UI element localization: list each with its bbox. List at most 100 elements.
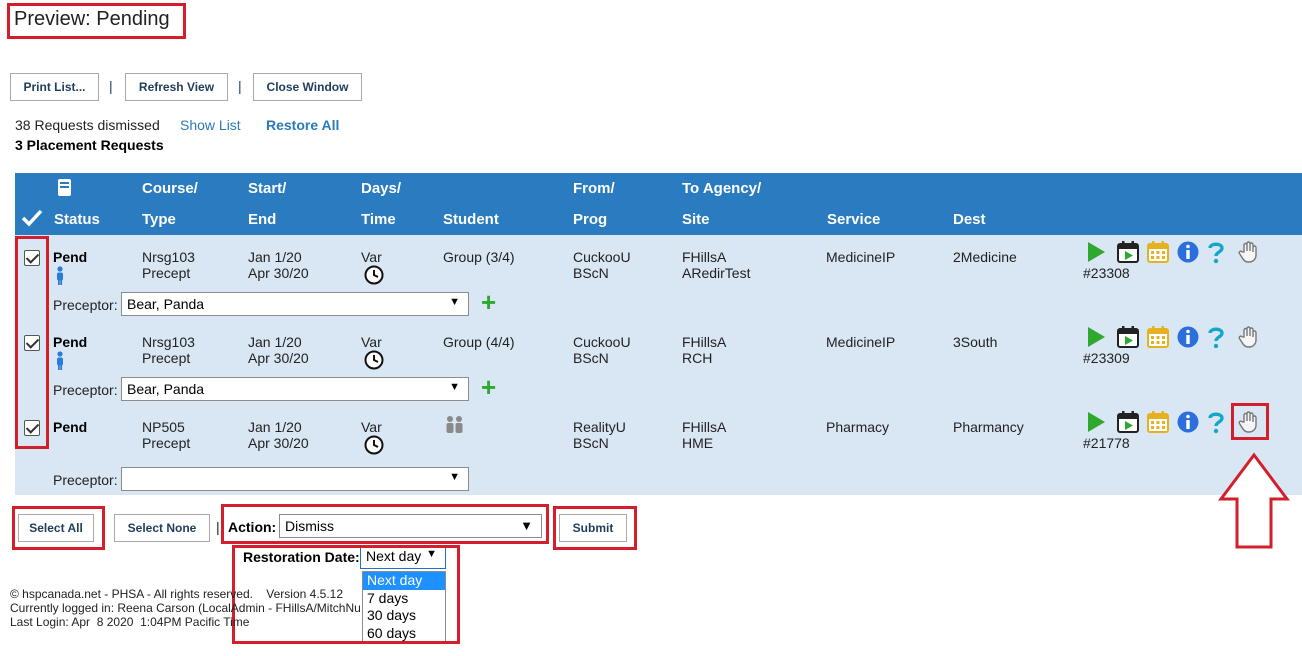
- preceptor-select-value: Bear, Panda: [127, 296, 205, 312]
- preceptor-select[interactable]: Bear, Panda ▼: [121, 377, 469, 401]
- header-service[interactable]: Service: [827, 211, 880, 228]
- agency: FHillsA: [682, 419, 727, 435]
- agency: FHillsA: [682, 249, 727, 265]
- person-icon: [57, 351, 63, 370]
- header-prog[interactable]: Prog: [573, 211, 607, 228]
- restore-all-link[interactable]: Restore All: [266, 117, 339, 133]
- row-checkbox[interactable]: [24, 420, 40, 436]
- header-status[interactable]: Status: [54, 211, 100, 228]
- play-icon[interactable]: [1084, 410, 1108, 434]
- toolbar-separator: |: [109, 78, 113, 94]
- student[interactable]: Group (3/4): [443, 249, 515, 265]
- calendar-icon[interactable]: [1146, 410, 1170, 434]
- service: MedicineIP: [826, 249, 896, 265]
- course: Nrsg103: [142, 334, 195, 350]
- course-type: Precept: [142, 265, 191, 281]
- header-type[interactable]: Type: [142, 211, 176, 228]
- destination: Pharmancy: [953, 419, 1024, 435]
- header-site[interactable]: Site: [682, 211, 710, 228]
- chevron-down-icon: ▼: [520, 518, 533, 533]
- book-icon: [58, 179, 71, 196]
- hand-icon[interactable]: [1237, 325, 1261, 349]
- dismissed-count: 38 Requests dismissed: [15, 117, 160, 133]
- header-course[interactable]: Course/: [142, 180, 198, 197]
- student[interactable]: Group (4/4): [443, 334, 515, 350]
- end-date: Apr 30/20: [248, 435, 309, 451]
- from: RealityU: [573, 419, 626, 435]
- row-checkbox[interactable]: [24, 250, 40, 266]
- restoration-date-select[interactable]: Next day ▼: [360, 545, 446, 569]
- restoration-option-60-days[interactable]: 60 days: [363, 625, 445, 643]
- calendar-play-icon[interactable]: [1116, 240, 1140, 264]
- destination: 3South: [953, 334, 998, 350]
- header-end[interactable]: End: [248, 211, 276, 228]
- toolbar-separator: |: [238, 78, 242, 94]
- end-date: Apr 30/20: [248, 265, 309, 281]
- add-preceptor-icon[interactable]: +: [481, 374, 496, 400]
- restoration-date-options: Next day 7 days 30 days 60 days: [362, 571, 446, 643]
- course: NP505: [142, 419, 185, 435]
- up-arrow-icon: [1218, 452, 1290, 549]
- show-list-link[interactable]: Show List: [180, 117, 241, 133]
- help-icon[interactable]: [1204, 240, 1228, 264]
- play-icon[interactable]: [1084, 240, 1108, 264]
- status-text: Pend: [53, 249, 88, 265]
- refresh-view-button[interactable]: Refresh View: [125, 73, 228, 101]
- print-list-button[interactable]: Print List...: [10, 73, 99, 101]
- preceptor-select[interactable]: Bear, Panda ▼: [121, 292, 469, 316]
- calendar-play-icon[interactable]: [1116, 325, 1140, 349]
- header-agency[interactable]: To Agency/: [682, 180, 761, 197]
- play-icon[interactable]: [1084, 325, 1108, 349]
- days: Var: [361, 334, 382, 350]
- calendar-icon[interactable]: [1146, 325, 1170, 349]
- help-icon[interactable]: [1204, 410, 1228, 434]
- header-student[interactable]: Student: [443, 211, 499, 228]
- header-time[interactable]: Time: [361, 211, 396, 228]
- calendar-play-icon[interactable]: [1116, 410, 1140, 434]
- help-icon[interactable]: [1204, 325, 1228, 349]
- select-none-button[interactable]: Select None: [114, 514, 210, 542]
- hand-icon[interactable]: [1237, 410, 1261, 434]
- info-icon[interactable]: [1176, 325, 1200, 349]
- group-icon[interactable]: [444, 415, 466, 435]
- from: CuckooU: [573, 249, 631, 265]
- preceptor-select[interactable]: ▼: [121, 467, 469, 491]
- header-from[interactable]: From/: [573, 180, 615, 197]
- request-id: #21778: [1083, 435, 1130, 451]
- service: Pharmacy: [826, 419, 890, 435]
- restoration-option-30-days[interactable]: 30 days: [363, 607, 445, 625]
- footer-login: Currently logged in: Reena Carson (Local…: [10, 601, 361, 615]
- status-text: Pend: [53, 334, 88, 350]
- add-preceptor-icon[interactable]: +: [481, 289, 496, 315]
- preceptor-label: Preceptor:: [53, 472, 118, 488]
- row-checkbox[interactable]: [24, 335, 40, 351]
- course-type: Precept: [142, 350, 191, 366]
- checkmark-icon[interactable]: [21, 208, 43, 228]
- action-select[interactable]: Dismiss ▼: [279, 514, 542, 538]
- clock-icon: [364, 265, 384, 285]
- start-date: Jan 1/20: [248, 249, 302, 265]
- clock-icon: [364, 435, 384, 455]
- restoration-option-7-days[interactable]: 7 days: [363, 590, 445, 608]
- select-all-button[interactable]: Select All: [18, 514, 94, 542]
- site: RCH: [682, 350, 713, 366]
- calendar-icon[interactable]: [1146, 240, 1170, 264]
- info-icon[interactable]: [1176, 240, 1200, 264]
- from: CuckooU: [573, 334, 631, 350]
- footer-last-login: Last Login: Apr 8 2020 1:04PM Pacific Ti…: [10, 615, 250, 629]
- person-icon: [57, 266, 63, 285]
- hand-icon[interactable]: [1237, 240, 1261, 264]
- program: BScN: [573, 435, 609, 451]
- header-days[interactable]: Days/: [361, 180, 401, 197]
- restoration-date-value: Next day: [366, 548, 422, 564]
- info-icon[interactable]: [1176, 410, 1200, 434]
- course: Nrsg103: [142, 249, 195, 265]
- header-start[interactable]: Start/: [248, 180, 286, 197]
- chevron-down-icon: ▼: [449, 381, 460, 393]
- submit-button[interactable]: Submit: [559, 514, 627, 542]
- restoration-option-next-day[interactable]: Next day: [363, 572, 445, 590]
- start-date: Jan 1/20: [248, 334, 302, 350]
- close-window-button[interactable]: Close Window: [253, 73, 362, 101]
- status-text: Pend: [53, 419, 88, 435]
- header-dest[interactable]: Dest: [953, 211, 986, 228]
